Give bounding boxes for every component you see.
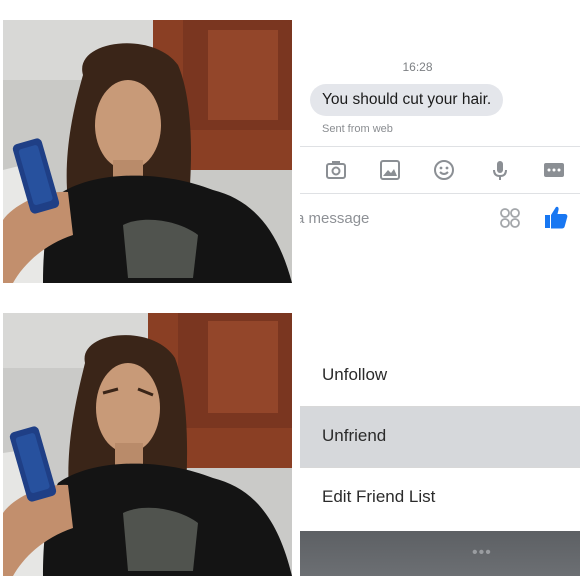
menu-item-label: Unfriend <box>322 426 387 445</box>
menu-item-label: Edit Friend List <box>322 487 436 506</box>
friend-options-menu: Unfollow Unfriend Edit Friend List ••• <box>300 313 580 576</box>
thumbs-up-icon[interactable] <box>543 204 569 230</box>
divider <box>300 193 580 194</box>
message-input-placeholder[interactable]: a message <box>300 210 369 227</box>
stickers-icon[interactable] <box>499 207 521 229</box>
camera-icon[interactable] <box>324 158 348 182</box>
message-bubble: You should cut your hair. <box>310 84 504 116</box>
menu-item-unfriend[interactable]: Unfriend <box>300 407 580 467</box>
menu-item-edit-friend-list[interactable]: Edit Friend List <box>300 468 580 528</box>
photo-man-reading-phone <box>3 20 292 283</box>
menu-item-label: Unfollow <box>322 365 388 384</box>
message-timestamp: 16:28 <box>402 60 433 74</box>
composer-toolbar <box>300 148 580 192</box>
microphone-icon[interactable] <box>488 158 512 182</box>
sent-from-label: Sent from web <box>322 123 393 135</box>
image-icon[interactable] <box>378 158 402 182</box>
emoji-icon[interactable] <box>432 158 456 182</box>
messenger-conversation: 16:28 You should cut your hair. Sent fro… <box>300 20 580 283</box>
more-icon[interactable] <box>542 158 566 182</box>
divider <box>300 146 580 147</box>
photo-man-reacting <box>3 313 292 576</box>
menu-item-unfollow[interactable]: Unfollow <box>300 346 580 406</box>
bottom-bar: ••• <box>300 531 580 576</box>
message-composer[interactable]: a message <box>300 195 580 245</box>
more-dots-icon[interactable]: ••• <box>472 544 492 562</box>
message-text: You should cut your hair. <box>322 91 492 108</box>
